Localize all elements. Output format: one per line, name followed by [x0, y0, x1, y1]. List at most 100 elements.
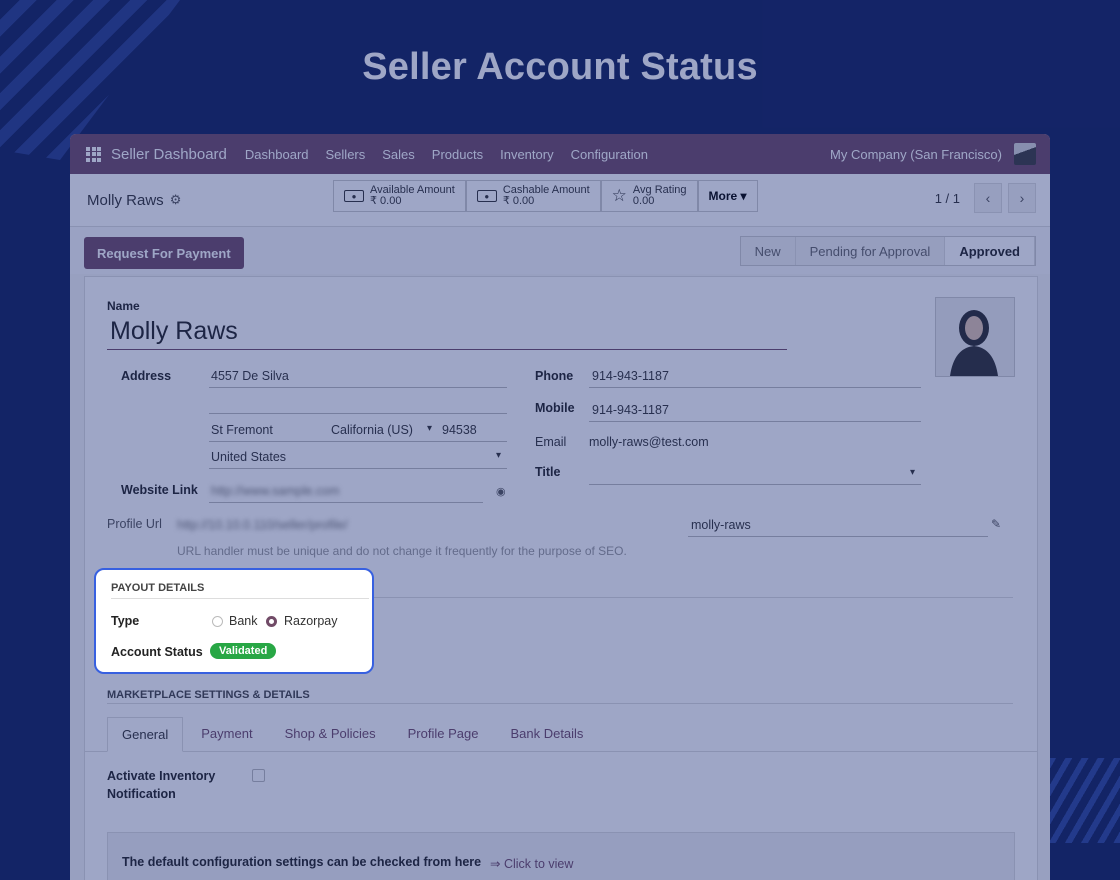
cashable-amount-value: ₹ 0.00 — [502, 195, 535, 207]
payout-heading-divider — [111, 598, 369, 599]
cashable-amount-button[interactable]: ● Cashable Amount ₹ 0.00 — [465, 180, 601, 212]
tab-profile-page[interactable]: Profile Page — [394, 717, 493, 751]
money-icon: ● — [344, 190, 364, 202]
seller-photo[interactable] — [935, 297, 1015, 377]
mobile-label: Mobile — [535, 401, 575, 415]
request-payment-button[interactable]: Request For Payment — [84, 237, 244, 269]
inventory-notification-label: Activate Inventory Notification — [107, 767, 215, 803]
info-box: The default configuration settings can b… — [107, 832, 1015, 880]
inventory-notification-checkbox[interactable] — [252, 769, 265, 782]
address-label: Address — [121, 369, 172, 383]
tab-general[interactable]: General — [107, 717, 184, 752]
radio-razorpay[interactable] — [266, 616, 277, 627]
payout-details-highlight: PAYOUT DETAILS Type Bank Razorpay Accoun… — [94, 568, 374, 674]
state-field[interactable]: California (US) — [331, 423, 413, 437]
marketplace-heading: MARKETPLACE SETTINGS & DETAILS — [107, 689, 310, 701]
top-navbar: Seller Dashboard Dashboard Sellers Sales… — [70, 134, 1050, 174]
marketplace-divider — [107, 703, 1013, 704]
avg-rating-button[interactable]: ☆ Avg Rating 0.00 — [600, 180, 698, 212]
status-badge: Validated — [210, 643, 277, 659]
name-label: Name — [107, 299, 140, 313]
more-button[interactable]: More ▾ — [697, 180, 758, 212]
profile-slug-field[interactable]: molly-raws — [691, 518, 751, 532]
street-underline — [209, 387, 507, 388]
title-label: Title — [535, 465, 561, 479]
radio-bank-label[interactable]: Bank — [229, 614, 258, 628]
record-title: Molly Raws — [87, 191, 164, 209]
menu-configuration[interactable]: Configuration — [571, 147, 648, 162]
pager: 1 / 1 ‹ › — [935, 183, 1036, 213]
odoo-window: Seller Dashboard Dashboard Sellers Sales… — [70, 134, 1050, 880]
mobile-field[interactable]: 914-943-1187 — [592, 403, 669, 417]
phone-underline — [589, 387, 921, 388]
marketplace-tabs: General Payment Shop & Policies Profile … — [85, 717, 1037, 752]
company-switcher[interactable]: My Company (San Francisco) — [830, 147, 1002, 162]
seller-portrait-image — [936, 298, 1014, 376]
city-line-underline — [209, 441, 507, 442]
account-status-label: Account Status — [111, 645, 203, 659]
email-label: Email — [535, 435, 567, 449]
globe-icon[interactable]: ◉ — [496, 485, 506, 498]
step-new[interactable]: New — [740, 237, 796, 265]
profile-slug-underline — [688, 536, 988, 537]
step-pending-approval[interactable]: Pending for Approval — [795, 237, 946, 265]
website-underline — [209, 502, 483, 503]
available-amount-button[interactable]: ● Available Amount ₹ 0.00 — [333, 180, 466, 212]
chevron-left-icon[interactable]: ‹ — [974, 183, 1002, 213]
radio-razorpay-label[interactable]: Razorpay — [284, 614, 338, 628]
profile-url-label: Profile Url — [107, 517, 162, 531]
menu-sales[interactable]: Sales — [382, 147, 415, 162]
status-bar: Request For Payment New Pending for Appr… — [70, 227, 1050, 275]
smart-buttons: ● Available Amount ₹ 0.00 ● Cashable Amou… — [333, 180, 758, 212]
inventory-label-line2: Notification — [107, 787, 176, 801]
control-panel: Molly Raws ⚙ ● Available Amount ₹ 0.00 ● … — [70, 174, 1050, 227]
zip-field[interactable]: 94538 — [442, 423, 477, 437]
avg-rating-value: 0.00 — [632, 195, 655, 207]
status-steps: New Pending for Approval Approved — [739, 236, 1036, 266]
country-underline — [209, 468, 507, 469]
phone-label: Phone — [535, 369, 574, 383]
gear-icon[interactable]: ⚙ — [170, 192, 182, 208]
info-text: The default configuration settings can b… — [122, 855, 482, 869]
user-avatar[interactable] — [1014, 143, 1036, 165]
step-approved[interactable]: Approved — [945, 237, 1035, 265]
breadcrumb: Molly Raws ⚙ — [87, 192, 181, 209]
chevron-down-icon[interactable]: ▾ — [427, 423, 432, 434]
mobile-underline — [589, 421, 921, 422]
street2-underline — [209, 413, 507, 414]
pencil-icon[interactable]: ✎ — [991, 517, 1001, 531]
menu-inventory[interactable]: Inventory — [500, 147, 553, 162]
chevron-down-icon[interactable]: ▾ — [910, 467, 915, 478]
website-label: Website Link — [121, 483, 198, 497]
page-title: Seller Account Status — [362, 46, 758, 88]
money-icon: ● — [476, 190, 497, 202]
apps-grid-icon[interactable] — [86, 146, 101, 162]
click-to-view-link[interactable]: ⇒ Click to view — [490, 856, 573, 871]
street-field[interactable]: 4557 De Silva — [211, 369, 289, 383]
app-name[interactable]: Seller Dashboard — [111, 146, 227, 163]
name-field[interactable]: Molly Raws — [110, 317, 238, 346]
star-icon: ☆ — [611, 186, 627, 205]
inventory-label-line1: Activate Inventory — [107, 769, 216, 783]
tab-bank-details[interactable]: Bank Details — [496, 717, 597, 751]
payout-type-label: Type — [111, 614, 140, 628]
radio-bank[interactable] — [212, 616, 223, 627]
tab-payment[interactable]: Payment — [187, 717, 266, 751]
payout-heading: PAYOUT DETAILS — [111, 582, 205, 594]
profile-url-base: http://10.10.0.110/seller/profile/ — [177, 518, 348, 532]
phone-field[interactable]: 914-943-1187 — [592, 369, 669, 383]
chevron-right-icon[interactable]: › — [1008, 183, 1036, 213]
chevron-down-icon[interactable]: ▾ — [496, 450, 501, 461]
city-field[interactable]: St Fremont — [211, 423, 273, 437]
pager-value: 1 / 1 — [934, 190, 960, 206]
decorative-stripes-bottom-right — [1040, 758, 1120, 843]
menu-sellers[interactable]: Sellers — [326, 147, 366, 162]
menu-dashboard[interactable]: Dashboard — [245, 147, 309, 162]
profile-url-hint: URL handler must be unique and do not ch… — [177, 544, 627, 558]
tab-shop-policies[interactable]: Shop & Policies — [271, 717, 390, 751]
title-underline — [589, 484, 921, 485]
country-field[interactable]: United States — [211, 450, 286, 464]
website-field[interactable]: http://www.sample.com — [211, 484, 340, 498]
email-field[interactable]: molly-raws@test.com — [589, 435, 709, 449]
menu-products[interactable]: Products — [432, 147, 483, 162]
